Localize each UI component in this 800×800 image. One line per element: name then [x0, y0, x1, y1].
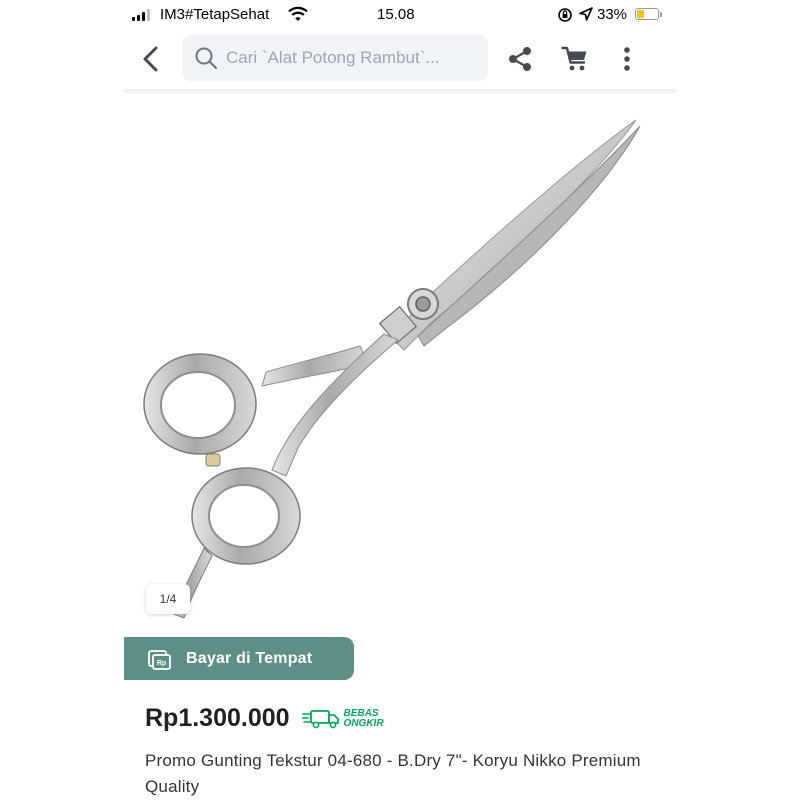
- carrier-name: IM3#TetapSehat: [160, 6, 270, 23]
- hair-scissors-image: [143, 119, 641, 619]
- battery-icon: [635, 8, 659, 20]
- top-navbar: [124, 30, 676, 88]
- search-icon: [195, 47, 218, 70]
- image-counter: 1/4: [146, 584, 190, 614]
- product-title: Promo Gunting Tekstur 04-680 - B.Dry 7"-…: [145, 751, 641, 796]
- share-icon: [509, 47, 531, 71]
- status-time: 15.08: [377, 6, 415, 23]
- status-bar: IM3#TetapSehat 15.08 33%: [124, 0, 676, 30]
- svg-text:Rp: Rp: [157, 660, 166, 667]
- product-image-gallery[interactable]: [124, 95, 676, 637]
- free-shipping-line1: BEBAS: [343, 707, 379, 719]
- product-price: Rp1.300.000: [145, 704, 290, 732]
- back-button[interactable]: [136, 44, 166, 74]
- search-input[interactable]: [226, 48, 476, 68]
- wifi-icon: [288, 6, 308, 21]
- back-arrow-icon: [143, 46, 158, 72]
- battery-percent: 33%: [597, 6, 628, 23]
- delivery-truck-icon: [301, 709, 339, 728]
- rotation-lock-icon: [558, 8, 572, 22]
- search-bar[interactable]: [182, 35, 488, 81]
- cart-icon: [561, 46, 587, 71]
- price-row: Rp1.300.000 BEBAS ONGKIR: [145, 704, 384, 733]
- signal-icon: [132, 9, 150, 21]
- more-options-button[interactable]: [612, 44, 642, 74]
- cod-label: Bayar di Tempat: [186, 649, 313, 667]
- more-vertical-icon: [624, 47, 630, 71]
- free-shipping-line2: ONGKIR: [343, 717, 384, 729]
- cod-banner: Rp Bayar di Tempat: [124, 637, 354, 680]
- cash-payment-icon: Rp: [148, 649, 171, 670]
- location-icon: [579, 7, 593, 21]
- share-button[interactable]: [505, 44, 535, 74]
- battery-tip: [660, 12, 662, 17]
- cart-button[interactable]: [560, 44, 590, 74]
- free-shipping-badge: BEBAS ONGKIR: [301, 707, 384, 729]
